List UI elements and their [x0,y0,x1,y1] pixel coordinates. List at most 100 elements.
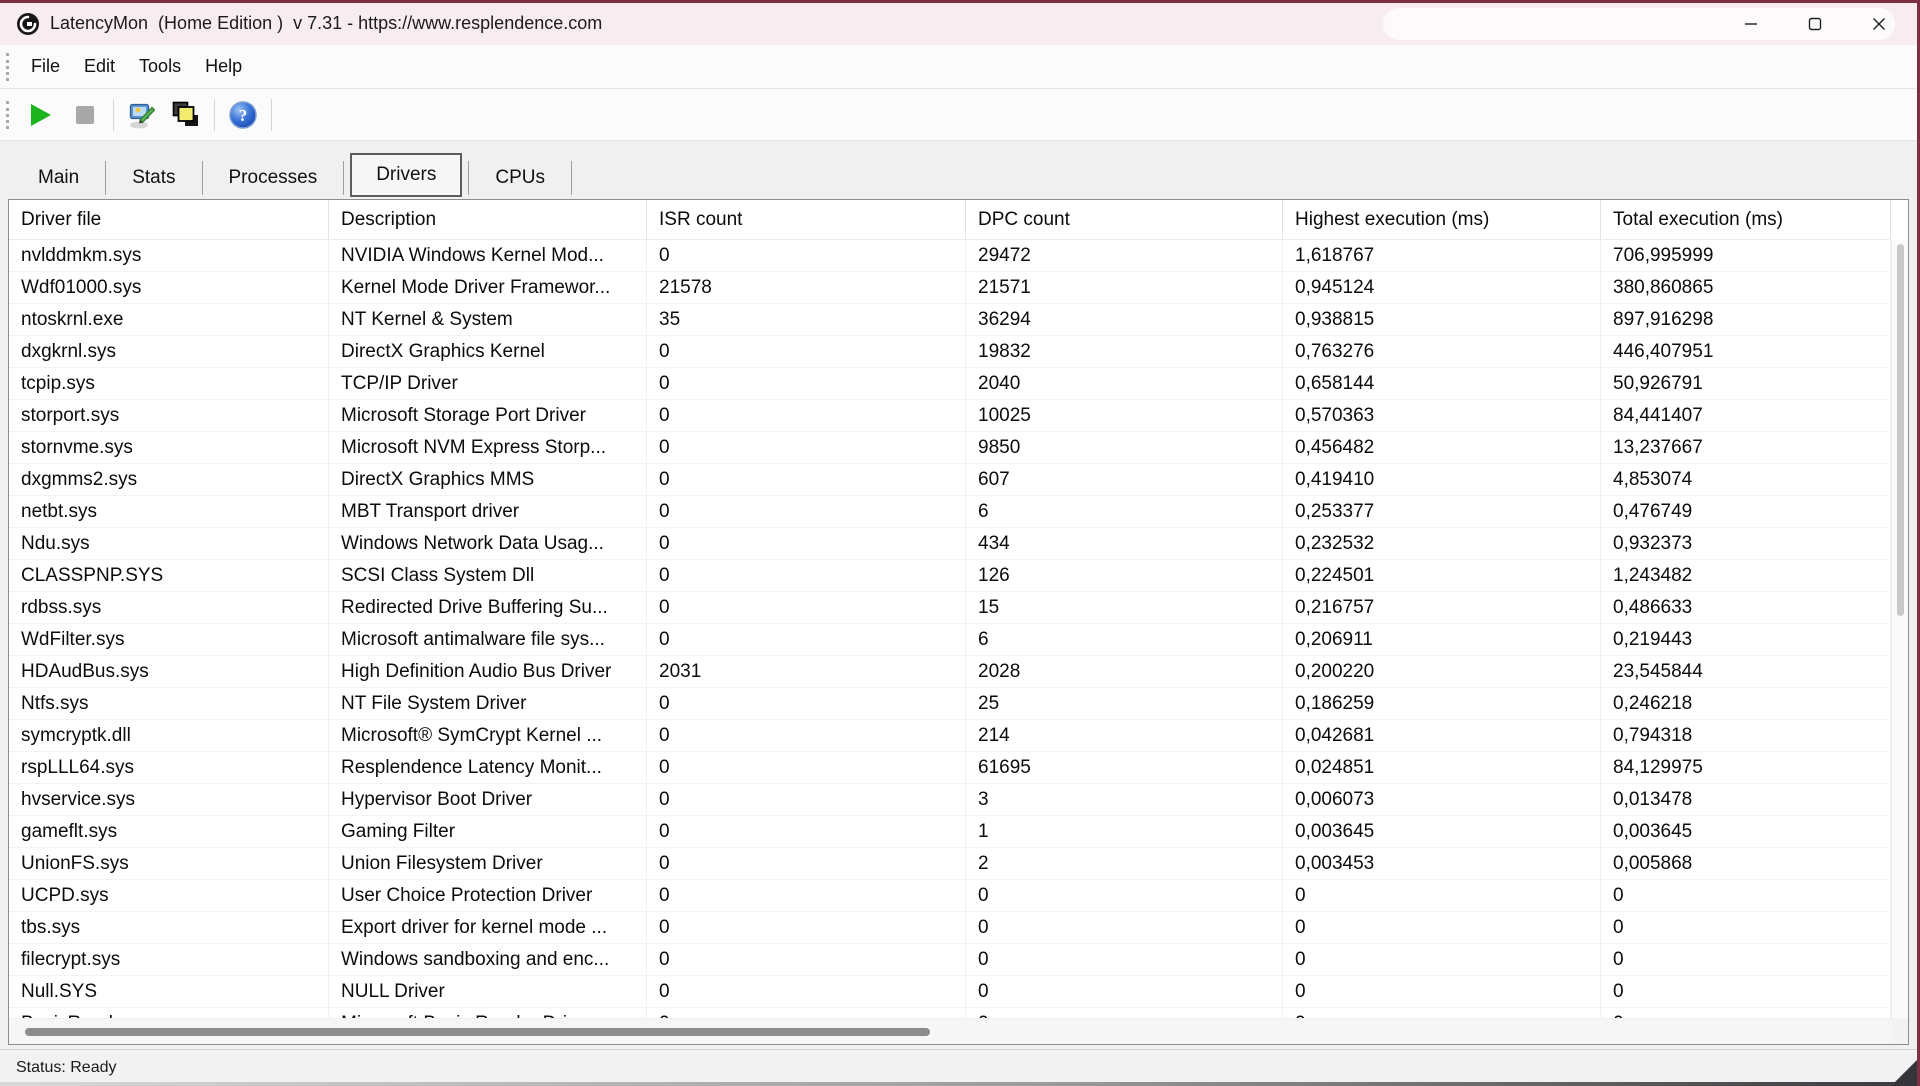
table-row[interactable]: filecrypt.sys Windows sandboxing and enc… [9,944,1891,976]
cell-total-execution: 0 [1601,880,1891,911]
table-row[interactable]: rdbss.sys Redirected Drive Buffering Su.… [9,592,1891,624]
table-row[interactable]: dxgmms2.sys DirectX Graphics MMS 0 607 0… [9,464,1891,496]
column-header-driver-file[interactable]: Driver file [9,200,329,239]
table-row[interactable]: Wdf01000.sys Kernel Mode Driver Framewor… [9,272,1891,304]
toolbar-grip[interactable] [6,101,9,129]
table-row[interactable]: UnionFS.sys Union Filesystem Driver 0 2 … [9,848,1891,880]
menu-file[interactable]: File [19,50,72,83]
stop-icon [76,106,94,124]
table-row[interactable]: Ndu.sys Windows Network Data Usag... 0 4… [9,528,1891,560]
column-header-isr-count[interactable]: ISR count [647,200,966,239]
cell-description: Resplendence Latency Monit... [329,752,647,783]
tab-processes[interactable]: Processes [203,159,344,197]
cell-driver-file: WdFilter.sys [9,624,329,655]
tab-stats[interactable]: Stats [106,159,201,197]
cell-isr-count: 0 [647,1008,966,1018]
resize-grip[interactable] [1891,1060,1917,1086]
options-button[interactable] [120,94,164,136]
vertical-scrollbar-thumb[interactable] [1897,244,1904,616]
table-header: Driver file Description ISR count DPC co… [9,200,1891,240]
horizontal-scrollbar-thumb[interactable] [25,1028,930,1036]
cell-description: TCP/IP Driver [329,368,647,399]
table-row[interactable]: storport.sys Microsoft Storage Port Driv… [9,400,1891,432]
table-row[interactable]: tbs.sys Export driver for kernel mode ..… [9,912,1891,944]
cell-description: Microsoft® SymCrypt Kernel ... [329,720,647,751]
table-row[interactable]: HDAudBus.sys High Definition Audio Bus D… [9,656,1891,688]
cell-highest-execution: 0,003453 [1283,848,1601,879]
tab-drivers[interactable]: Drivers [350,153,462,197]
column-header-total-execution[interactable]: Total execution (ms) [1601,200,1891,239]
cell-dpc-count: 9850 [966,432,1283,463]
cell-total-execution: 0,219443 [1601,624,1891,655]
cell-isr-count: 0 [647,464,966,495]
cell-total-execution: 1,243482 [1601,560,1891,591]
menu-tools[interactable]: Tools [127,50,193,83]
cell-total-execution: 0,476749 [1601,496,1891,527]
menu-help[interactable]: Help [193,50,254,83]
cell-isr-count: 0 [647,336,966,367]
cell-total-execution: 0 [1601,1008,1891,1018]
cell-total-execution: 897,916298 [1601,304,1891,335]
table-row[interactable]: hvservice.sys Hypervisor Boot Driver 0 3… [9,784,1891,816]
cell-total-execution: 0,246218 [1601,688,1891,719]
column-header-description[interactable]: Description [329,200,647,239]
help-button[interactable]: ? [221,94,265,136]
table-row[interactable]: gameflt.sys Gaming Filter 0 1 0,003645 0… [9,816,1891,848]
cell-isr-count: 0 [647,496,966,527]
copy-report-button[interactable] [164,94,208,136]
cell-description: NT Kernel & System [329,304,647,335]
cell-isr-count: 0 [647,688,966,719]
table-row[interactable]: symcryptk.dll Microsoft® SymCrypt Kernel… [9,720,1891,752]
tab-main[interactable]: Main [12,159,105,197]
table-row[interactable]: CLASSPNP.SYS SCSI Class System Dll 0 126… [9,560,1891,592]
cell-highest-execution: 0,419410 [1283,464,1601,495]
cell-isr-count: 0 [647,592,966,623]
cell-description: User Choice Protection Driver [329,880,647,911]
cell-driver-file: tbs.sys [9,912,329,943]
cell-description: Gaming Filter [329,816,647,847]
close-button[interactable] [1847,3,1911,45]
tab-cpus[interactable]: CPUs [469,159,571,197]
cell-driver-file: ntoskrnl.exe [9,304,329,335]
cell-description: Kernel Mode Driver Framewor... [329,272,647,303]
column-header-highest-execution[interactable]: Highest execution (ms) [1283,200,1601,239]
table-row[interactable]: Null.SYS NULL Driver 0 0 0 0 [9,976,1891,1008]
screen-tool-icon [127,100,157,130]
cell-driver-file: dxgkrnl.sys [9,336,329,367]
table-row[interactable]: BasicRender.sys Microsoft Basic Render D… [9,1008,1891,1018]
cell-highest-execution: 0 [1283,944,1601,975]
cell-total-execution: 706,995999 [1601,240,1891,271]
table-row[interactable]: UCPD.sys User Choice Protection Driver 0… [9,880,1891,912]
cell-driver-file: stornvme.sys [9,432,329,463]
cell-isr-count: 0 [647,912,966,943]
table-row[interactable]: ntoskrnl.exe NT Kernel & System 35 36294… [9,304,1891,336]
toolbar-separator [271,99,272,131]
cell-driver-file: symcryptk.dll [9,720,329,751]
table-row[interactable]: tcpip.sys TCP/IP Driver 0 2040 0,658144 … [9,368,1891,400]
minimize-button[interactable] [1719,3,1783,45]
table-row[interactable]: WdFilter.sys Microsoft antimalware file … [9,624,1891,656]
column-header-dpc-count[interactable]: DPC count [966,200,1283,239]
cell-dpc-count: 29472 [966,240,1283,271]
table-row[interactable]: netbt.sys MBT Transport driver 0 6 0,253… [9,496,1891,528]
stop-monitor-button[interactable] [63,94,107,136]
cell-description: SCSI Class System Dll [329,560,647,591]
vertical-scrollbar[interactable] [1891,240,1908,1018]
table-row[interactable]: Ntfs.sys NT File System Driver 0 25 0,18… [9,688,1891,720]
table-row[interactable]: nvlddmkm.sys NVIDIA Windows Kernel Mod..… [9,240,1891,272]
toolbar-separator [113,99,114,131]
cell-isr-count: 0 [647,624,966,655]
maximize-button[interactable] [1783,3,1847,45]
table-row[interactable]: rspLLL64.sys Resplendence Latency Monit.… [9,752,1891,784]
rebar-grip[interactable] [6,53,9,81]
table-row[interactable]: dxgkrnl.sys DirectX Graphics Kernel 0 19… [9,336,1891,368]
cell-highest-execution: 0,945124 [1283,272,1601,303]
horizontal-scrollbar[interactable] [9,1018,1891,1044]
title-bar: LatencyMon (Home Edition ) v 7.31 - http… [0,3,1917,45]
play-icon [31,104,51,126]
menu-edit[interactable]: Edit [72,50,127,83]
start-monitor-button[interactable] [19,94,63,136]
cell-driver-file: storport.sys [9,400,329,431]
cell-total-execution: 0,003645 [1601,816,1891,847]
table-row[interactable]: stornvme.sys Microsoft NVM Express Storp… [9,432,1891,464]
